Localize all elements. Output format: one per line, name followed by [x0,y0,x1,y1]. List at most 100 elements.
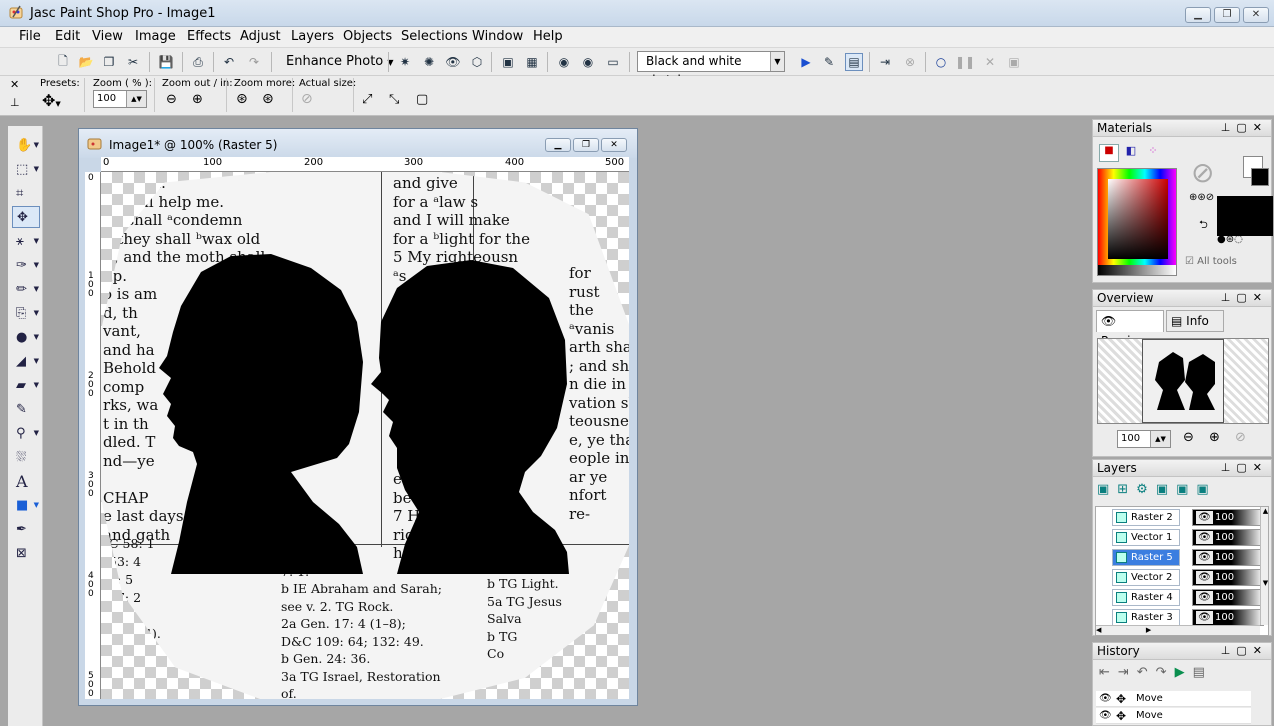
undo-icon[interactable]: ↶ [220,53,238,71]
visibility-eye-icon[interactable]: 👁 [1196,551,1213,564]
layer-globe2-icon[interactable]: ◉ [579,53,597,71]
stop-icon[interactable]: ✕ [981,53,999,71]
tab-info[interactable]: ▤ Info [1166,310,1224,332]
layer-row[interactable]: Raster 4 [1112,589,1180,606]
history-item[interactable]: 👁 ✥ Move [1096,708,1251,724]
dropper-tool-icon[interactable]: ✑ ▼ [12,254,40,276]
layer-row[interactable]: Raster 5 [1112,549,1180,566]
enhance-photo-button[interactable]: Enhance Photo ▼ [286,54,394,69]
layer-opacity[interactable]: 👁 100 [1192,569,1264,586]
layer-opacity[interactable]: 👁 100 [1192,589,1264,606]
tab-preview[interactable]: 👁 Preview [1096,310,1164,348]
menu-edit[interactable]: Edit [55,29,80,44]
visibility-eye-icon[interactable]: 👁 [1196,531,1213,544]
actual-size-icon[interactable]: ⊘ [301,91,313,107]
swap-colors-icon[interactable]: ⮌ [1199,216,1208,235]
script-mode-icon[interactable]: ▤ [845,53,863,71]
clone-brush-icon[interactable]: ⎘ ▼ [12,302,40,324]
magic-wand-icon[interactable]: ⚹ ▼ [12,230,40,252]
save-icon[interactable]: 💾 [157,53,175,71]
fit-window-icon[interactable]: ⤢ [362,92,372,107]
presets-move-icon[interactable]: ✥▼ [42,91,61,110]
overview-zoom-input[interactable]: 100 ▲▼ [1117,430,1171,448]
color-picker[interactable] [1097,168,1177,276]
menu-adjust[interactable]: Adjust [240,29,281,44]
smudge-tool-icon[interactable]: ◢ ▼ [12,350,40,372]
menu-layers[interactable]: Layers [291,29,334,44]
history-item[interactable]: 👁 ✥ Move [1096,691,1251,707]
menu-effects[interactable]: Effects [187,29,231,44]
dodge-tool-icon[interactable]: ● ▼ [12,326,40,348]
layer-row[interactable]: Vector 2 [1112,569,1180,586]
menu-view[interactable]: View [92,29,123,44]
overview-zoom-out-icon[interactable]: ⊖ [1183,430,1194,445]
new-icon[interactable]: 🗋 [54,53,72,71]
load-script-icon[interactable]: ⇥ [876,53,894,71]
record-icon[interactable]: ○ [932,53,950,71]
eraser-tool-icon[interactable]: ▰ ▼ [12,374,40,396]
close-palette-icon[interactable]: ✕ [10,78,19,91]
zoom-out-icon[interactable]: ⊖ [166,92,177,107]
browse-icon[interactable]: ❐ [100,53,118,71]
zoom-more-out-icon[interactable]: ⊛ [236,91,248,107]
selection-tool-icon[interactable]: ⬚ ▼ [12,158,40,180]
menu-file[interactable]: File [19,29,41,44]
scissors-icon[interactable]: ✂ [124,53,142,71]
cube-icon[interactable]: ⬡ [468,53,486,71]
fg-color-swatch[interactable] [1217,196,1273,236]
layer-toolbar[interactable]: ▣⊞⚙▣▣▣ [1097,482,1217,497]
deform-tool-icon[interactable]: ⊠ [12,542,40,564]
paint-brush-icon[interactable]: ✏ ▼ [12,278,40,300]
visibility-eye-icon[interactable]: 👁 [1196,591,1213,604]
overview-actual-size-icon[interactable]: ⊘ [1235,430,1246,445]
menu-image[interactable]: Image [135,29,176,44]
menu-objects[interactable]: Objects [343,29,392,44]
edit-script-icon[interactable]: ✎ [820,53,838,71]
layer-row[interactable]: Vector 1 [1112,529,1180,546]
visibility-eye-icon[interactable]: 👁 [1196,511,1213,524]
pause-icon[interactable]: ❚❚ [955,53,975,71]
script-select[interactable]: Black and white sketch▼ [637,51,785,87]
visibility-eye-icon[interactable]: 👁 [1196,611,1213,624]
layer-opacity[interactable]: 👁 100 [1192,509,1264,526]
print-icon[interactable]: ⎙ [189,53,207,71]
picture-icon[interactable]: ▭ [604,53,622,71]
portrait-icon[interactable]: ▣ [499,53,517,71]
full-screen-icon[interactable]: ▢ [416,92,428,107]
crop-tool-icon[interactable]: ⌗ [12,182,40,204]
fg-color-swatch-small[interactable] [1251,168,1269,186]
doc-restore-button[interactable]: ❐ [573,138,599,152]
menu-selections[interactable]: Selections [401,29,468,44]
layer-opacity[interactable]: 👁 100 [1192,609,1264,626]
open-icon[interactable]: 📂 [77,53,95,71]
shape-tool-icon[interactable]: ■ ▼ [12,494,40,516]
zoom-in-icon[interactable]: ⊕ [192,92,203,107]
pan-tool-icon[interactable]: ✋ ▼ [12,134,40,156]
frame-tab-icon[interactable]: ■ [1099,144,1119,162]
style-buttons[interactable]: ⊕⊛⊘ [1189,192,1214,203]
rainbow-tab-icon[interactable]: ◧ [1121,144,1141,162]
save-script-icon[interactable]: ▣ [1005,53,1023,71]
swatches-tab-icon[interactable]: ⁘ [1143,144,1163,162]
redo-icon[interactable]: ↷ [245,53,263,71]
overview-thumbnail[interactable] [1097,338,1269,424]
layer-row[interactable]: Raster 3 [1112,609,1180,626]
close-button[interactable]: ✕ [1243,7,1269,23]
doc-close-button[interactable]: ✕ [601,138,627,152]
layer-opacity[interactable]: 👁 100 [1192,529,1264,546]
restore-button[interactable]: ❐ [1214,7,1240,23]
sparkle-icon[interactable]: ✺ [420,53,438,71]
pen-tool-icon[interactable]: ✒ [12,518,40,540]
layer-opacity[interactable]: 👁 100 [1192,549,1264,566]
all-tools-checkbox[interactable]: ☑ All tools [1185,256,1237,267]
minimize-button[interactable]: ▁ [1185,7,1211,23]
layer-row[interactable]: Raster 2 [1112,509,1180,526]
image-canvas[interactable]: , mouth. ou will help me. no shall ᵃcondem… [101,172,629,699]
doc-minimize-button[interactable]: ▁ [545,138,571,152]
zoom-input[interactable]: 100 ▲▼ [93,90,147,108]
null-style-icon[interactable]: ⊘ [1191,156,1214,189]
text-tool-icon[interactable]: A [12,470,40,492]
picture-tube-icon[interactable]: ✎ [12,398,40,420]
run-script-icon[interactable]: ▶ [797,53,815,71]
airbrush-icon[interactable]: ⚲ ▼ [12,422,40,444]
